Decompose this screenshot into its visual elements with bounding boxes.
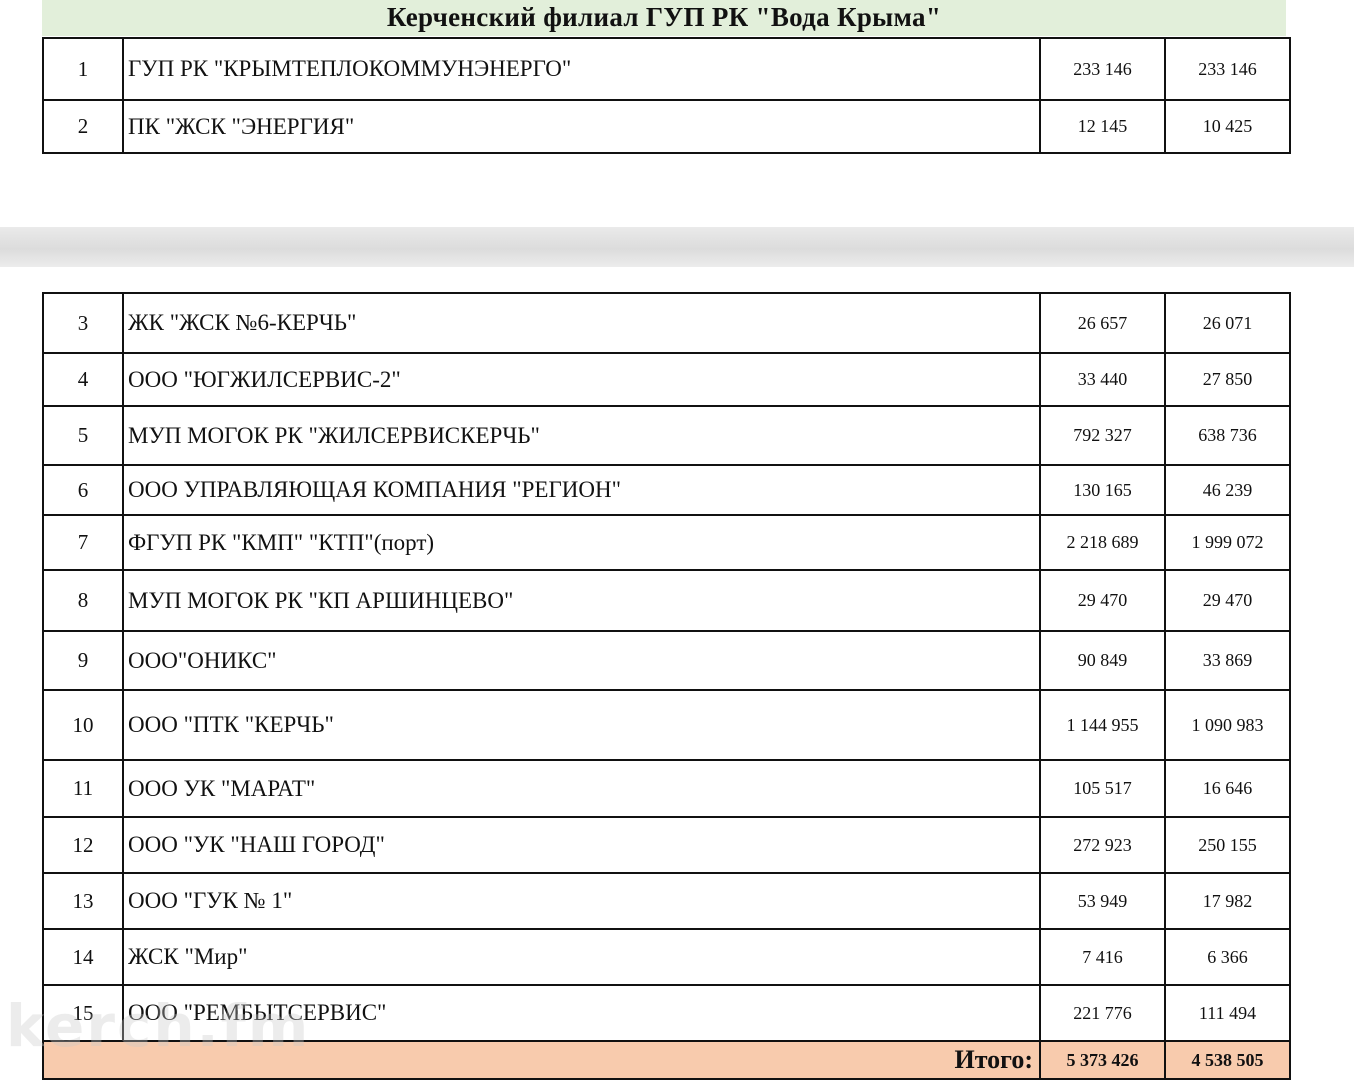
organization-name: МУП МОГОК РК "ЖИЛСЕРВИСКЕРЧЬ" [122, 405, 1041, 466]
table-row: 10 ООО "ПТК "КЕРЧЬ" 1 144 955 1 090 983 [42, 689, 1291, 761]
debtors-table-top: 1 ГУП РК "КРЫМТЕПЛОКОММУНЭНЕРГО" 233 146 23… [42, 37, 1291, 154]
organization-name: ООО УК "МАРАТ" [122, 759, 1041, 818]
amount-2: 233 146 [1164, 37, 1291, 101]
amount-1: 792 327 [1039, 405, 1166, 466]
amount-2: 111 494 [1164, 984, 1291, 1042]
page-title: Керченский филиал ГУП РК "Вода Крыма" [386, 2, 942, 32]
amount-1: 90 849 [1039, 630, 1166, 691]
amount-1: 12 145 [1039, 99, 1166, 154]
amount-1: 2 218 689 [1039, 514, 1166, 571]
watermark: kerch.fm [6, 992, 311, 1060]
amount-2: 6 366 [1164, 928, 1291, 986]
amount-2: 17 982 [1164, 872, 1291, 930]
amount-2: 10 425 [1164, 99, 1291, 154]
row-number: 10 [42, 689, 124, 761]
table-row: 11 ООО УК "МАРАТ" 105 517 16 646 [42, 759, 1291, 818]
row-number: 5 [42, 405, 124, 466]
row-number: 6 [42, 464, 124, 516]
organization-name: ООО УПРАВЛЯЮЩАЯ КОМПАНИЯ "РЕГИОН" [122, 464, 1041, 516]
row-number: 4 [42, 352, 124, 407]
amount-2: 33 869 [1164, 630, 1291, 691]
total-v2: 4 538 505 [1164, 1040, 1291, 1080]
row-number: 13 [42, 872, 124, 930]
amount-1: 1 144 955 [1039, 689, 1166, 761]
table-row: 12 ООО "УК "НАШ ГОРОД" 272 923 250 155 [42, 816, 1291, 874]
amount-1: 33 440 [1039, 352, 1166, 407]
amount-1: 221 776 [1039, 984, 1166, 1042]
organization-name: ЖСК "Мир" [122, 928, 1041, 986]
amount-2: 638 736 [1164, 405, 1291, 466]
table-row: 6 ООО УПРАВЛЯЮЩАЯ КОМПАНИЯ "РЕГИОН" 130 16… [42, 464, 1291, 516]
table-row: 9 ООО"ОНИКС" 90 849 33 869 [42, 630, 1291, 691]
row-number: 9 [42, 630, 124, 691]
amount-1: 272 923 [1039, 816, 1166, 874]
amount-2: 46 239 [1164, 464, 1291, 516]
amount-1: 29 470 [1039, 569, 1166, 632]
row-number: 12 [42, 816, 124, 874]
organization-name: ООО"ОНИКС" [122, 630, 1041, 691]
table-row: 4 ООО "ЮГЖИЛСЕРВИС-2" 33 440 27 850 [42, 352, 1291, 407]
page-separator [0, 227, 1354, 267]
amount-1: 26 657 [1039, 292, 1166, 354]
amount-2: 1 999 072 [1164, 514, 1291, 571]
organization-name: ООО "ЮГЖИЛСЕРВИС-2" [122, 352, 1041, 407]
row-number: 3 [42, 292, 124, 354]
amount-2: 16 646 [1164, 759, 1291, 818]
debtors-table-bottom: 3 ЖК "ЖСК №6-КЕРЧЬ" 26 657 26 071 4 ООО "ЮГЖИ… [42, 292, 1291, 1080]
amount-2: 26 071 [1164, 292, 1291, 354]
row-number: 8 [42, 569, 124, 632]
table-row: 8 МУП МОГОК РК "КП АРШИНЦЕВО" 29 470 29 470 [42, 569, 1291, 632]
row-number: 1 [42, 37, 124, 101]
row-number: 11 [42, 759, 124, 818]
amount-1: 7 416 [1039, 928, 1166, 986]
table-row: 1 ГУП РК "КРЫМТЕПЛОКОММУНЭНЕРГО" 233 146 23… [42, 37, 1291, 101]
organization-name: МУП МОГОК РК "КП АРШИНЦЕВО" [122, 569, 1041, 632]
organization-name: ООО "ПТК "КЕРЧЬ" [122, 689, 1041, 761]
table-row: 3 ЖК "ЖСК №6-КЕРЧЬ" 26 657 26 071 [42, 292, 1291, 354]
organization-name: ФГУП РК "КМП" "КТП"(порт) [122, 514, 1041, 571]
organization-name: ООО "УК "НАШ ГОРОД" [122, 816, 1041, 874]
table-row: 7 ФГУП РК "КМП" "КТП"(порт) 2 218 689 1 999… [42, 514, 1291, 571]
amount-1: 233 146 [1039, 37, 1166, 101]
organization-name: ООО "ГУК № 1" [122, 872, 1041, 930]
organization-name: ЖК "ЖСК №6-КЕРЧЬ" [122, 292, 1041, 354]
amount-2: 29 470 [1164, 569, 1291, 632]
amount-1: 130 165 [1039, 464, 1166, 516]
table-row: 14 ЖСК "Мир" 7 416 6 366 [42, 928, 1291, 986]
table-row: 2 ПК "ЖСК "ЭНЕРГИЯ" 12 145 10 425 [42, 99, 1291, 154]
row-number: 14 [42, 928, 124, 986]
amount-2: 1 090 983 [1164, 689, 1291, 761]
row-number: 2 [42, 99, 124, 154]
table-row: 13 ООО "ГУК № 1" 53 949 17 982 [42, 872, 1291, 930]
amount-1: 53 949 [1039, 872, 1166, 930]
amount-1: 105 517 [1039, 759, 1166, 818]
table-row: 5 МУП МОГОК РК "ЖИЛСЕРВИСКЕРЧЬ" 792 327 638… [42, 405, 1291, 466]
organization-name: ГУП РК "КРЫМТЕПЛОКОММУНЭНЕРГО" [122, 37, 1041, 101]
amount-2: 250 155 [1164, 816, 1291, 874]
total-v1: 5 373 426 [1039, 1040, 1166, 1080]
amount-2: 27 850 [1164, 352, 1291, 407]
organization-name: ПК "ЖСК "ЭНЕРГИЯ" [122, 99, 1041, 154]
row-number: 7 [42, 514, 124, 571]
